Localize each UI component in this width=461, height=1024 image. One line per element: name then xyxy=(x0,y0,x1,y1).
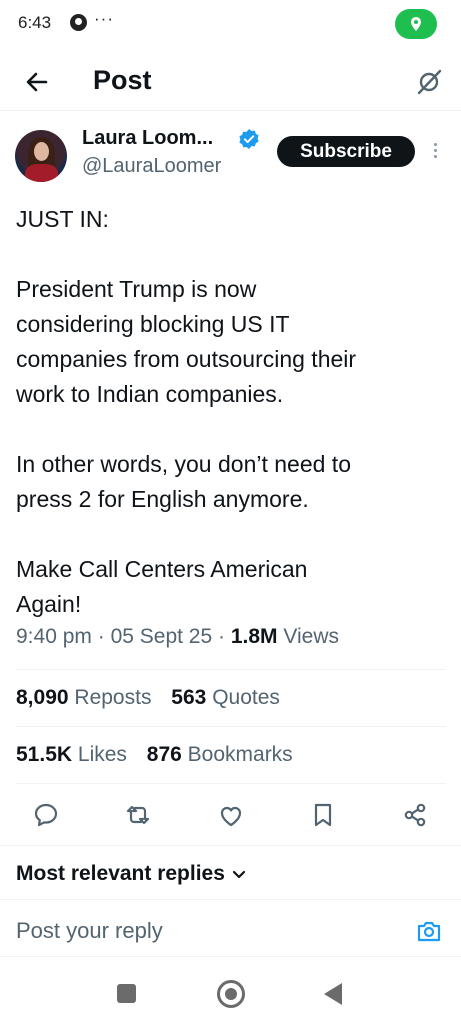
post-paragraph: Make Call Centers American Again! xyxy=(16,556,308,617)
grok-slash-icon[interactable] xyxy=(414,67,444,97)
system-nav-bar xyxy=(0,970,461,1024)
reposts-stat[interactable]: 8,090 Reposts xyxy=(16,686,151,709)
divider xyxy=(16,669,446,670)
home-button[interactable] xyxy=(217,980,245,1008)
page-title: Post xyxy=(93,65,152,95)
replies-sort-label: Most relevant replies xyxy=(16,862,225,885)
chevron-down-icon xyxy=(232,871,246,879)
arrow-left-icon[interactable] xyxy=(22,67,52,97)
post-time: 9:40 pm xyxy=(16,625,92,648)
status-overflow: ··· xyxy=(94,9,114,28)
reposts-quotes-row: 8,090 Reposts 563 Quotes xyxy=(16,686,280,710)
views-label: Views xyxy=(283,625,339,648)
bookmark-icon[interactable] xyxy=(308,800,338,830)
replies-sort-dropdown[interactable]: Most relevant replies xyxy=(16,862,247,886)
likes-stat[interactable]: 51.5K Likes xyxy=(16,743,127,766)
post-date: 05 Sept 25 xyxy=(110,625,213,648)
like-icon[interactable] xyxy=(216,800,246,830)
avatar[interactable] xyxy=(15,130,67,182)
post-paragraph: In other words, you don’t need to press … xyxy=(16,451,351,512)
top-app-bar: Post xyxy=(0,55,461,111)
divider xyxy=(0,899,461,900)
author-name[interactable]: Laura Loom... xyxy=(82,127,213,150)
location-pin-icon xyxy=(395,9,437,39)
author-handle[interactable]: @LauraLoomer xyxy=(82,155,221,178)
reply-icon[interactable] xyxy=(31,800,61,830)
repost-icon[interactable] xyxy=(123,800,153,830)
divider xyxy=(16,783,446,784)
subscribe-button[interactable]: Subscribe xyxy=(277,136,415,167)
post-actions xyxy=(0,796,461,836)
post-timestamp: 9:40 pm · 05 Sept 25 · 1.8M Views xyxy=(16,625,339,648)
divider xyxy=(16,726,446,727)
more-options-icon[interactable] xyxy=(428,141,442,163)
verified-badge-icon xyxy=(238,128,260,150)
divider xyxy=(0,845,461,846)
status-bar: 6:43 ··· xyxy=(0,0,461,50)
divider xyxy=(0,956,461,957)
recents-button[interactable] xyxy=(117,984,136,1003)
share-icon[interactable] xyxy=(400,800,430,830)
circle-app-icon xyxy=(70,14,87,31)
back-button[interactable] xyxy=(324,983,342,1005)
likes-bookmarks-row: 51.5K Likes 876 Bookmarks xyxy=(16,743,293,767)
post-paragraph: JUST IN: xyxy=(16,206,109,232)
post-text: JUST IN: President Trump is now consider… xyxy=(16,202,451,622)
post-paragraph: President Trump is now considering block… xyxy=(16,276,357,407)
views-count: 1.8M xyxy=(230,625,278,648)
camera-icon[interactable] xyxy=(415,917,443,945)
quotes-stat[interactable]: 563 Quotes xyxy=(171,686,280,709)
bookmarks-stat[interactable]: 876 Bookmarks xyxy=(147,743,293,766)
reply-input[interactable]: Post your reply xyxy=(16,918,163,944)
status-time: 6:43 xyxy=(18,13,52,32)
